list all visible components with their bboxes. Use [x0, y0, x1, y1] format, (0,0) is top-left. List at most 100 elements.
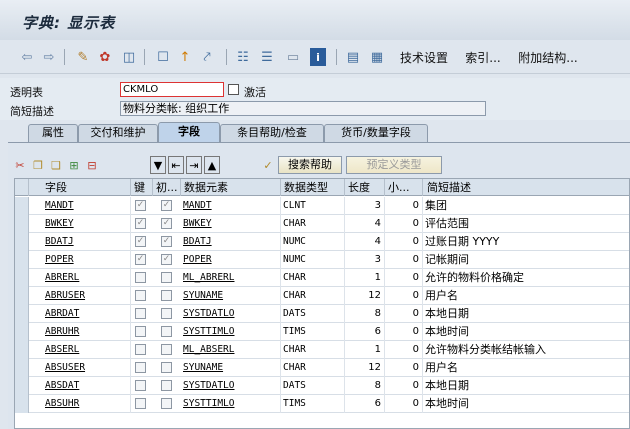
row-selector[interactable]: [15, 215, 29, 233]
tech-settings-button[interactable]: 技术设置: [396, 48, 452, 66]
field-name-cell[interactable]: BDATJ: [29, 233, 131, 251]
data-type-cell[interactable]: DATS: [281, 305, 345, 323]
length-cell[interactable]: 12: [345, 359, 385, 377]
append-structure-button[interactable]: 附加结构...: [514, 48, 582, 66]
data-type-cell[interactable]: NUMC: [281, 251, 345, 269]
key-checkbox[interactable]: [135, 380, 146, 391]
grid-icon[interactable]: ▦: [368, 48, 386, 66]
data-element-cell[interactable]: ML_ABSERL: [181, 341, 281, 359]
data-type-cell[interactable]: CHAR: [281, 341, 345, 359]
field-name-cell[interactable]: BWKEY: [29, 215, 131, 233]
length-cell[interactable]: 3: [345, 251, 385, 269]
layers-icon[interactable]: ☰: [258, 48, 276, 66]
tab-delivery-maintenance[interactable]: 交付和维护: [78, 124, 158, 142]
row-selector[interactable]: [15, 323, 29, 341]
initial-checkbox[interactable]: [161, 362, 172, 373]
last-page-icon[interactable]: ⇥: [186, 156, 202, 174]
screen-icon[interactable]: ▭: [284, 48, 302, 66]
row-selector[interactable]: [15, 341, 29, 359]
row-selector[interactable]: [15, 359, 29, 377]
key-checkbox[interactable]: [135, 308, 146, 319]
decimals-cell[interactable]: 0: [385, 359, 423, 377]
initial-checkbox[interactable]: ✓: [161, 254, 172, 265]
where-used-icon[interactable]: ☐: [154, 48, 172, 66]
length-cell[interactable]: 6: [345, 395, 385, 413]
initial-checkbox[interactable]: ✓: [161, 200, 172, 211]
table-row[interactable]: ABRERL ML_ABRERL CHAR 1 0 允许的物料价格确定: [15, 269, 629, 287]
select-all-cell[interactable]: [15, 179, 29, 196]
data-element-cell[interactable]: SYUNAME: [181, 287, 281, 305]
length-cell[interactable]: 6: [345, 323, 385, 341]
key-checkbox[interactable]: [135, 272, 146, 283]
short-desc-cell[interactable]: 用户名: [423, 287, 629, 305]
initial-checkbox[interactable]: [161, 308, 172, 319]
table-row[interactable]: POPER ✓ ✓ POPER NUMC 3 0 记帐期间: [15, 251, 629, 269]
short-desc-cell[interactable]: 本地时间: [423, 323, 629, 341]
tab-entry-help-check[interactable]: 条目帮助/检查: [220, 124, 324, 142]
key-checkbox[interactable]: [135, 362, 146, 373]
length-cell[interactable]: 4: [345, 215, 385, 233]
col-field[interactable]: 字段: [29, 179, 131, 196]
key-checkbox[interactable]: ✓: [135, 218, 146, 229]
initial-checkbox[interactable]: [161, 272, 172, 283]
row-selector[interactable]: [15, 287, 29, 305]
decimals-cell[interactable]: 0: [385, 197, 423, 215]
short-desc-cell[interactable]: 记帐期间: [423, 251, 629, 269]
structure-icon[interactable]: ▤: [344, 48, 362, 66]
copy-icon[interactable]: ❐: [30, 156, 46, 174]
row-selector[interactable]: [15, 233, 29, 251]
data-type-cell[interactable]: TIMS: [281, 323, 345, 341]
table-row[interactable]: BWKEY ✓ ✓ BWKEY CHAR 4 0 评估范围: [15, 215, 629, 233]
key-checkbox[interactable]: [135, 398, 146, 409]
short-desc-cell[interactable]: 过账日期 YYYY: [423, 233, 629, 251]
col-length[interactable]: 长度: [345, 179, 385, 196]
decimals-cell[interactable]: 0: [385, 377, 423, 395]
row-selector[interactable]: [15, 377, 29, 395]
predefined-type-button[interactable]: 预定义类型: [346, 156, 442, 174]
table-row[interactable]: ABSUHR SYSTTIMLO TIMS 6 0 本地时间: [15, 395, 629, 413]
length-cell[interactable]: 4: [345, 233, 385, 251]
col-data-type[interactable]: 数据类型: [281, 179, 345, 196]
table-name-field[interactable]: CKMLO: [120, 82, 224, 97]
data-type-cell[interactable]: DATS: [281, 377, 345, 395]
data-element-cell[interactable]: POPER: [181, 251, 281, 269]
delete-row-icon[interactable]: ⊟: [84, 156, 100, 174]
row-selector[interactable]: [15, 197, 29, 215]
table-row[interactable]: ABRDAT SYSTDATLO DATS 8 0 本地日期: [15, 305, 629, 323]
length-cell[interactable]: 8: [345, 377, 385, 395]
hierarchy-icon[interactable]: ⤤: [198, 48, 216, 66]
table-row[interactable]: ABRUHR SYSTTIMLO TIMS 6 0 本地时间: [15, 323, 629, 341]
data-type-cell[interactable]: CHAR: [281, 359, 345, 377]
initial-checkbox[interactable]: [161, 398, 172, 409]
info-icon[interactable]: i: [310, 48, 326, 66]
col-initial[interactable]: 初...: [153, 179, 181, 196]
data-type-cell[interactable]: CLNT: [281, 197, 345, 215]
short-desc-cell[interactable]: 本地日期: [423, 377, 629, 395]
decimals-cell[interactable]: 0: [385, 323, 423, 341]
col-short-desc[interactable]: 简短描述: [423, 179, 629, 196]
initial-checkbox[interactable]: [161, 380, 172, 391]
short-desc-cell[interactable]: 允许的物料价格确定: [423, 269, 629, 287]
data-type-cell[interactable]: CHAR: [281, 215, 345, 233]
field-name-cell[interactable]: MANDT: [29, 197, 131, 215]
pencil-glasses-icon[interactable]: ✎: [74, 48, 92, 66]
data-element-cell[interactable]: BDATJ: [181, 233, 281, 251]
table-row[interactable]: ABSDAT SYSTDATLO DATS 8 0 本地日期: [15, 377, 629, 395]
arrow-left-icon[interactable]: ⇦: [18, 48, 36, 66]
short-desc-cell[interactable]: 本地时间: [423, 395, 629, 413]
tab-currency-quantity-fields[interactable]: 货币/数量字段: [324, 124, 428, 142]
display-change-icon[interactable]: ✿: [96, 48, 114, 66]
short-desc-cell[interactable]: 评估范围: [423, 215, 629, 233]
field-name-cell[interactable]: ABSDAT: [29, 377, 131, 395]
key-checkbox[interactable]: ✓: [135, 254, 146, 265]
tab-fields[interactable]: 字段: [158, 122, 220, 142]
field-name-cell[interactable]: POPER: [29, 251, 131, 269]
short-desc-cell[interactable]: 用户名: [423, 359, 629, 377]
data-element-cell[interactable]: ML_ABRERL: [181, 269, 281, 287]
data-element-cell[interactable]: SYSTTIMLO: [181, 395, 281, 413]
field-name-cell[interactable]: ABSERL: [29, 341, 131, 359]
table-name-help-icon[interactable]: [228, 84, 239, 95]
key-checkbox[interactable]: ✓: [135, 200, 146, 211]
data-type-cell[interactable]: CHAR: [281, 269, 345, 287]
data-type-cell[interactable]: CHAR: [281, 287, 345, 305]
